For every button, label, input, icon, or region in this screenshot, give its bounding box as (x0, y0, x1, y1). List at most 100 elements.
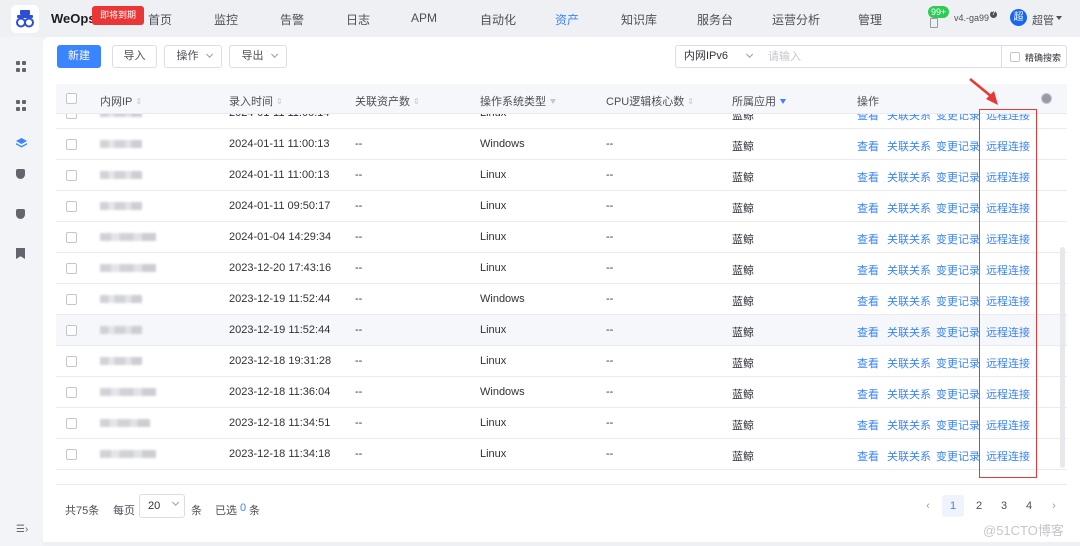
table-row[interactable]: 2024-01-04 14:29:34 -- Linux -- 蓝鲸 查看 关联关系 变更记录… (56, 222, 1067, 253)
table-row[interactable]: 2023-12-19 11:52:44 -- Windows -- 蓝鲸 查看 关联关系 变更… (56, 284, 1067, 315)
view-link[interactable]: 查看 (857, 262, 879, 278)
search-field-select[interactable]: 内网IPv6 (675, 45, 761, 68)
row-checkbox[interactable] (66, 170, 77, 181)
column-header-time[interactable]: 录入时间 ⇕ (229, 93, 283, 109)
view-link[interactable]: 查看 (857, 138, 879, 154)
help-icon[interactable]: ? (990, 11, 997, 18)
nav-operation-analysis[interactable]: 运营分析 (772, 11, 820, 28)
nav-home[interactable]: 首页 (148, 11, 172, 28)
changes-link[interactable]: 变更记录 (936, 386, 980, 402)
relation-link[interactable]: 关联关系 (887, 324, 931, 340)
changes-link[interactable]: 变更记录 (936, 231, 980, 247)
operate-dropdown[interactable]: 操作 (164, 45, 222, 68)
column-header-os[interactable]: 操作系统类型 (480, 93, 556, 109)
caret-down-icon[interactable] (1056, 16, 1062, 20)
relation-link[interactable]: 关联关系 (887, 293, 931, 309)
view-link[interactable]: 查看 (857, 200, 879, 216)
row-checkbox[interactable] (66, 294, 77, 305)
table-row[interactable]: 2024-01-11 11:00:13 -- Linux -- 蓝鲸 查看 关联关系 变更记录… (56, 160, 1067, 191)
row-checkbox[interactable] (66, 263, 77, 274)
remote-connect-link[interactable]: 远程连接 (986, 448, 1030, 464)
sort-icon[interactable]: ⇕ (687, 97, 694, 106)
import-button[interactable]: 导入 (112, 45, 157, 68)
table-row[interactable]: 2023-12-18 11:34:51 -- Linux -- 蓝鲸 查看 关联关系 变更记录… (56, 408, 1067, 439)
table-row[interactable]: 2023-12-20 17:43:16 -- Linux -- 蓝鲸 查看 关联关系 变更记录… (56, 253, 1067, 284)
grid-icon[interactable] (16, 61, 27, 72)
sort-icon[interactable]: ⇕ (135, 97, 142, 106)
page-2[interactable]: 2 (968, 495, 990, 517)
changes-link[interactable]: 变更记录 (936, 293, 980, 309)
relation-link[interactable]: 关联关系 (887, 417, 931, 433)
relation-link[interactable]: 关联关系 (887, 138, 931, 154)
remote-connect-link[interactable]: 远程连接 (986, 417, 1030, 433)
table-row[interactable]: 2024-01-11 09:50:17 -- Linux -- 蓝鲸 查看 关联关系 变更记录… (56, 191, 1067, 222)
view-link[interactable]: 查看 (857, 324, 879, 340)
exact-search-checkbox[interactable] (1010, 52, 1020, 62)
gear-icon[interactable] (1042, 94, 1051, 103)
new-button[interactable]: 新建 (57, 45, 101, 68)
relation-link[interactable]: 关联关系 (887, 355, 931, 371)
view-link[interactable]: 查看 (857, 231, 879, 247)
row-checkbox[interactable] (66, 232, 77, 243)
remote-connect-link[interactable]: 远程连接 (986, 293, 1030, 309)
remote-connect-link[interactable]: 远程连接 (986, 355, 1030, 371)
nav-apm[interactable]: APM (411, 11, 437, 25)
relation-link[interactable]: 关联关系 (887, 231, 931, 247)
filter-icon[interactable] (550, 99, 556, 104)
view-link[interactable]: 查看 (857, 114, 879, 123)
relation-link[interactable]: 关联关系 (887, 114, 931, 123)
view-link[interactable]: 查看 (857, 448, 879, 464)
changes-link[interactable]: 变更记录 (936, 262, 980, 278)
prev-page-button[interactable]: ‹ (917, 495, 939, 517)
page-1[interactable]: 1 (942, 495, 964, 517)
remote-connect-link[interactable]: 远程连接 (986, 200, 1030, 216)
nav-monitor[interactable]: 监控 (214, 11, 238, 28)
remote-connect-link[interactable]: 远程连接 (986, 386, 1030, 402)
avatar[interactable]: 超 (1010, 9, 1027, 26)
relation-link[interactable]: 关联关系 (887, 386, 931, 402)
changes-link[interactable]: 变更记录 (936, 138, 980, 154)
row-checkbox[interactable] (66, 139, 77, 150)
next-page-button[interactable]: › (1043, 495, 1065, 517)
view-link[interactable]: 查看 (857, 169, 879, 185)
export-dropdown[interactable]: 导出 (229, 45, 287, 68)
nav-alert[interactable]: 告警 (280, 11, 304, 28)
nav-log[interactable]: 日志 (346, 11, 370, 28)
row-checkbox[interactable] (66, 356, 77, 367)
changes-link[interactable]: 变更记录 (936, 355, 980, 371)
nav-assets[interactable]: 资产 (555, 11, 579, 28)
shield-icon[interactable] (16, 209, 27, 220)
page-size-select[interactable]: 20 (139, 494, 185, 518)
table-row[interactable]: 2023-12-19 11:52:44 -- Linux -- 蓝鲸 查看 关联关系 变更记录… (56, 315, 1067, 346)
sort-icon[interactable]: ⇕ (276, 97, 283, 106)
relation-link[interactable]: 关联关系 (887, 200, 931, 216)
row-checkbox[interactable] (66, 418, 77, 429)
changes-link[interactable]: 变更记录 (936, 200, 980, 216)
changes-link[interactable]: 变更记录 (936, 114, 980, 123)
nav-automation[interactable]: 自动化 (480, 11, 516, 28)
view-link[interactable]: 查看 (857, 417, 879, 433)
table-row[interactable]: 2024-01-11 11:00:14 -- Linux -- 蓝鲸 查看关联关系变更记录… (56, 114, 1067, 129)
table-row[interactable]: 2023-12-18 19:31:28 -- Linux -- 蓝鲸 查看 关联关系 变更记录… (56, 346, 1067, 377)
search-input[interactable] (760, 45, 1002, 68)
remote-connect-link[interactable]: 远程连接 (986, 114, 1030, 123)
column-header-ip[interactable]: 内网IP ⇕ (100, 93, 142, 109)
view-link[interactable]: 查看 (857, 386, 879, 402)
table-row[interactable]: 2023-12-18 11:34:18 -- Linux -- 蓝鲸 查看 关联关系 变更记录… (56, 439, 1067, 470)
bookmark-icon[interactable] (16, 248, 27, 259)
grid-icon[interactable] (16, 100, 27, 111)
remote-connect-link[interactable]: 远程连接 (986, 138, 1030, 154)
shield-icon[interactable] (16, 169, 27, 180)
row-checkbox[interactable] (66, 387, 77, 398)
remote-connect-link[interactable]: 远程连接 (986, 324, 1030, 340)
row-checkbox[interactable] (66, 449, 77, 460)
table-row[interactable]: 2024-01-11 11:00:13 -- Windows -- 蓝鲸 查看 关联关系 变更… (56, 129, 1067, 160)
username[interactable]: 超管 (1032, 12, 1054, 28)
nav-knowledge[interactable]: 知识库 (621, 11, 657, 28)
filter-icon[interactable] (780, 99, 786, 104)
page-4[interactable]: 4 (1018, 495, 1040, 517)
relation-link[interactable]: 关联关系 (887, 448, 931, 464)
row-checkbox[interactable] (66, 201, 77, 212)
page-3[interactable]: 3 (993, 495, 1015, 517)
message-button[interactable]: 99+ (926, 6, 956, 32)
